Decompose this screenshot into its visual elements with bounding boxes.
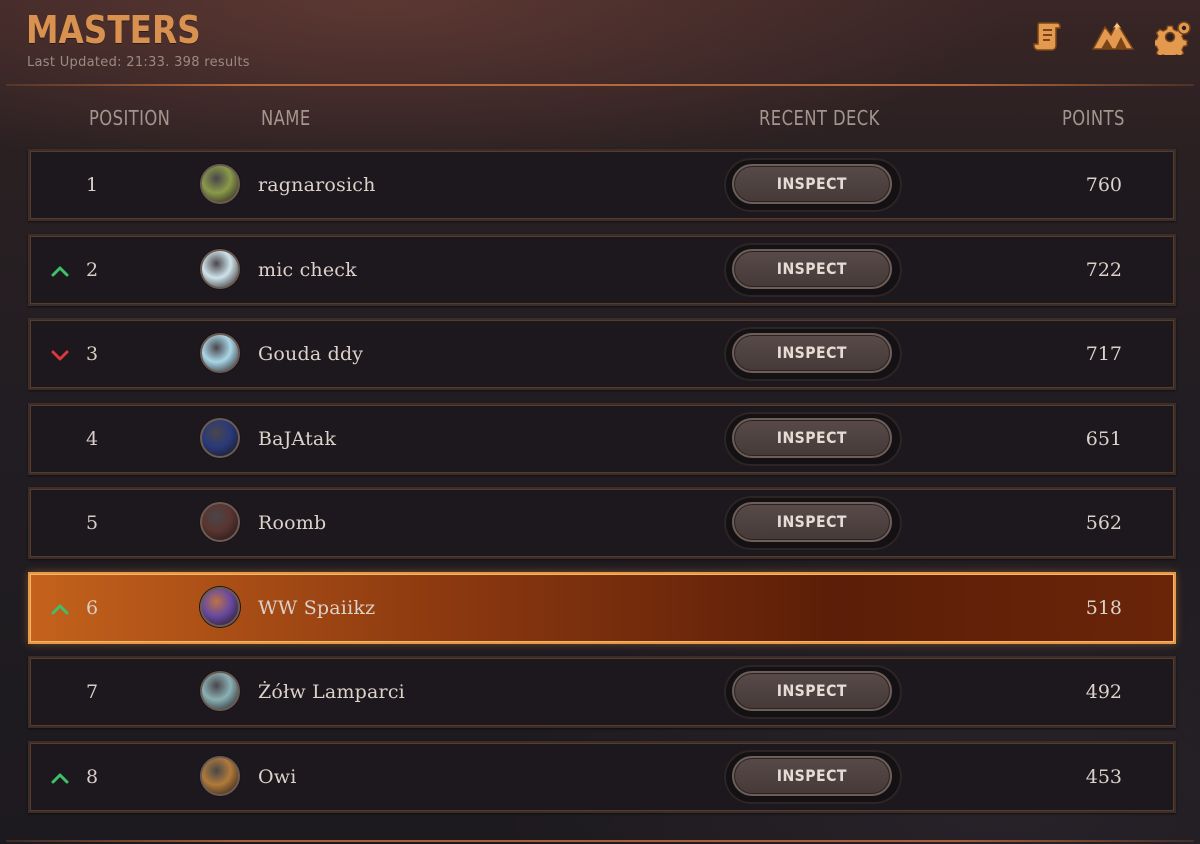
inspect-deck-button[interactable]: INSPECT	[732, 333, 892, 373]
trend-up-icon	[51, 266, 69, 277]
player-name: Owi	[258, 766, 297, 788]
scroll-icon[interactable]	[1028, 16, 1068, 56]
inspect-button-label: INSPECT	[776, 428, 848, 447]
table-row[interactable]: 5 Roomb INSPECT 562	[28, 487, 1176, 559]
avatar	[200, 164, 240, 204]
table-row[interactable]: 3 Gouda ddy INSPECT 717	[28, 318, 1176, 390]
player-points: 492	[1085, 681, 1122, 703]
player-name: WW Spaiikz	[258, 597, 376, 619]
inspect-button-frame: INSPECT	[724, 327, 902, 381]
column-header-position: POSITION	[89, 106, 171, 130]
inspect-deck-button[interactable]: INSPECT	[732, 756, 892, 796]
player-points: 760	[1085, 174, 1122, 196]
row-position: 3	[85, 343, 99, 365]
inspect-button-label: INSPECT	[776, 343, 848, 362]
inspect-deck-button[interactable]: INSPECT	[732, 502, 892, 542]
inspect-button-label: INSPECT	[776, 174, 848, 193]
inspect-deck-button[interactable]: INSPECT	[732, 164, 892, 204]
inspect-button-frame: INSPECT	[724, 496, 902, 550]
avatar	[200, 587, 240, 627]
table-row[interactable]: 1 ragnarosich INSPECT 760	[28, 149, 1176, 221]
header-divider	[6, 84, 1194, 86]
trend-up-icon	[51, 773, 69, 784]
gear-icon[interactable]	[1154, 16, 1194, 56]
page-title: MASTERS	[26, 8, 201, 52]
table-row[interactable]: 7 Żółw Lamparci INSPECT 492	[28, 656, 1176, 728]
player-points: 717	[1085, 343, 1122, 365]
player-name: Gouda ddy	[258, 343, 364, 365]
column-header-recent-deck: RECENT DECK	[759, 106, 880, 130]
table-row[interactable]: 8 Owi INSPECT 453	[28, 741, 1176, 813]
player-name: Żółw Lamparci	[258, 681, 405, 703]
player-name: ragnarosich	[258, 174, 376, 196]
avatar	[200, 418, 240, 458]
inspect-button-label: INSPECT	[776, 259, 848, 278]
player-name: Roomb	[258, 512, 327, 534]
column-header-points: POINTS	[1062, 106, 1125, 130]
inspect-button-frame: INSPECT	[724, 158, 902, 212]
inspect-button-label: INSPECT	[776, 512, 848, 531]
table-row[interactable]: 2 mic check INSPECT 722	[28, 234, 1176, 306]
inspect-deck-button[interactable]: INSPECT	[732, 671, 892, 711]
player-points: 562	[1085, 512, 1122, 534]
inspect-button-frame: INSPECT	[724, 243, 902, 297]
inspect-deck-button[interactable]: INSPECT	[732, 418, 892, 458]
leaderboard-page: MASTERS Last Updated: 21:33. 398 results	[0, 0, 1200, 844]
trend-down-icon	[51, 350, 69, 361]
avatar	[200, 756, 240, 796]
row-position: 8	[85, 766, 99, 788]
player-points: 453	[1085, 766, 1122, 788]
row-position: 2	[85, 259, 99, 281]
table-row[interactable]: 4 BaJAtak INSPECT 651	[28, 403, 1176, 475]
avatar	[200, 333, 240, 373]
player-points: 518	[1085, 597, 1122, 619]
avatar	[200, 502, 240, 542]
inspect-button-label: INSPECT	[776, 681, 848, 700]
column-header-name: NAME	[261, 106, 311, 130]
player-name: mic check	[258, 259, 357, 281]
table-row-current-player[interactable]: 6 WW Spaiikz 518	[28, 572, 1176, 644]
inspect-button-label: INSPECT	[776, 766, 848, 785]
inspect-deck-button[interactable]: INSPECT	[732, 249, 892, 289]
avatar	[200, 249, 240, 289]
footer-divider	[6, 840, 1194, 842]
row-position: 7	[85, 681, 99, 703]
last-updated-text: Last Updated: 21:33. 398 results	[27, 55, 250, 70]
row-position: 5	[85, 512, 99, 534]
row-position: 1	[85, 174, 99, 196]
row-position: 6	[85, 597, 99, 619]
player-points: 722	[1085, 259, 1122, 281]
inspect-button-frame: INSPECT	[724, 412, 902, 466]
player-name: BaJAtak	[258, 428, 337, 450]
header: MASTERS Last Updated: 21:33. 398 results	[0, 0, 1200, 86]
mountain-icon[interactable]	[1090, 16, 1136, 56]
inspect-button-frame: INSPECT	[724, 665, 902, 719]
avatar	[200, 671, 240, 711]
player-points: 651	[1085, 428, 1122, 450]
trend-up-icon	[51, 604, 69, 615]
inspect-button-frame: INSPECT	[724, 750, 902, 804]
row-position: 4	[85, 428, 99, 450]
